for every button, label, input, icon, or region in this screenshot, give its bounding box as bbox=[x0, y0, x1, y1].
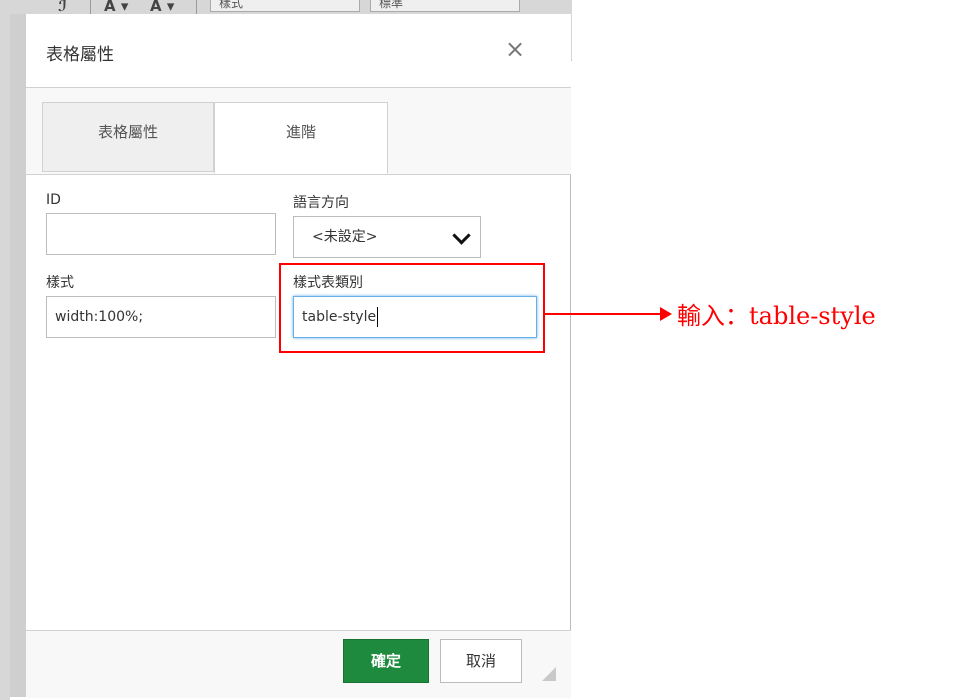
id-label: ID bbox=[46, 192, 61, 208]
format-select[interactable]: 標準 bbox=[370, 0, 520, 12]
annotation-arrow-line bbox=[545, 313, 663, 315]
bg-color-icon: A ▾ bbox=[150, 0, 175, 15]
style-input[interactable] bbox=[46, 296, 276, 338]
tab-table-properties[interactable]: 表格屬性 bbox=[42, 102, 214, 172]
annotation-text: 輸入：table-style bbox=[677, 302, 876, 330]
ok-button[interactable]: 確定 bbox=[343, 639, 429, 683]
lang-dir-selected-value: <未設定> bbox=[312, 229, 378, 245]
style-label: 樣式 bbox=[46, 275, 74, 291]
highlight-box bbox=[279, 263, 545, 353]
dialog-tabs: 表格屬性 進階 bbox=[26, 88, 571, 175]
dialog-title-bar[interactable]: 表格屬性 × bbox=[26, 14, 571, 88]
close-icon[interactable]: × bbox=[502, 36, 528, 62]
editor-left-edge bbox=[0, 0, 10, 700]
dialog-body: 表格屬性 × 表格屬性 進階 ID 語言方向 <未設定> 樣式 樣式表類別 ta… bbox=[26, 14, 571, 698]
resize-grip-icon[interactable] bbox=[542, 667, 556, 681]
chevron-down-icon bbox=[452, 226, 471, 245]
lang-dir-label: 語言方向 bbox=[293, 195, 349, 211]
table-properties-dialog: 表格屬性 × 表格屬性 進階 ID 語言方向 <未設定> 樣式 樣式表類別 ta… bbox=[10, 14, 571, 698]
cancel-button[interactable]: 取消 bbox=[440, 639, 522, 683]
dialog-footer: 確定 取消 bbox=[26, 630, 571, 698]
style-select[interactable]: 樣式 bbox=[210, 0, 360, 12]
toolbar-separator bbox=[196, 0, 197, 14]
tab-advanced[interactable]: 進階 bbox=[214, 102, 388, 174]
arrow-right-icon bbox=[660, 307, 672, 321]
lang-dir-select[interactable]: <未設定> bbox=[293, 216, 481, 258]
id-input[interactable] bbox=[46, 213, 276, 255]
dialog-title: 表格屬性 bbox=[46, 45, 114, 65]
toolbar-separator bbox=[90, 0, 91, 14]
text-color-icon: A ▾ bbox=[104, 0, 129, 15]
italic-clear-icon: ℐ bbox=[58, 0, 67, 15]
